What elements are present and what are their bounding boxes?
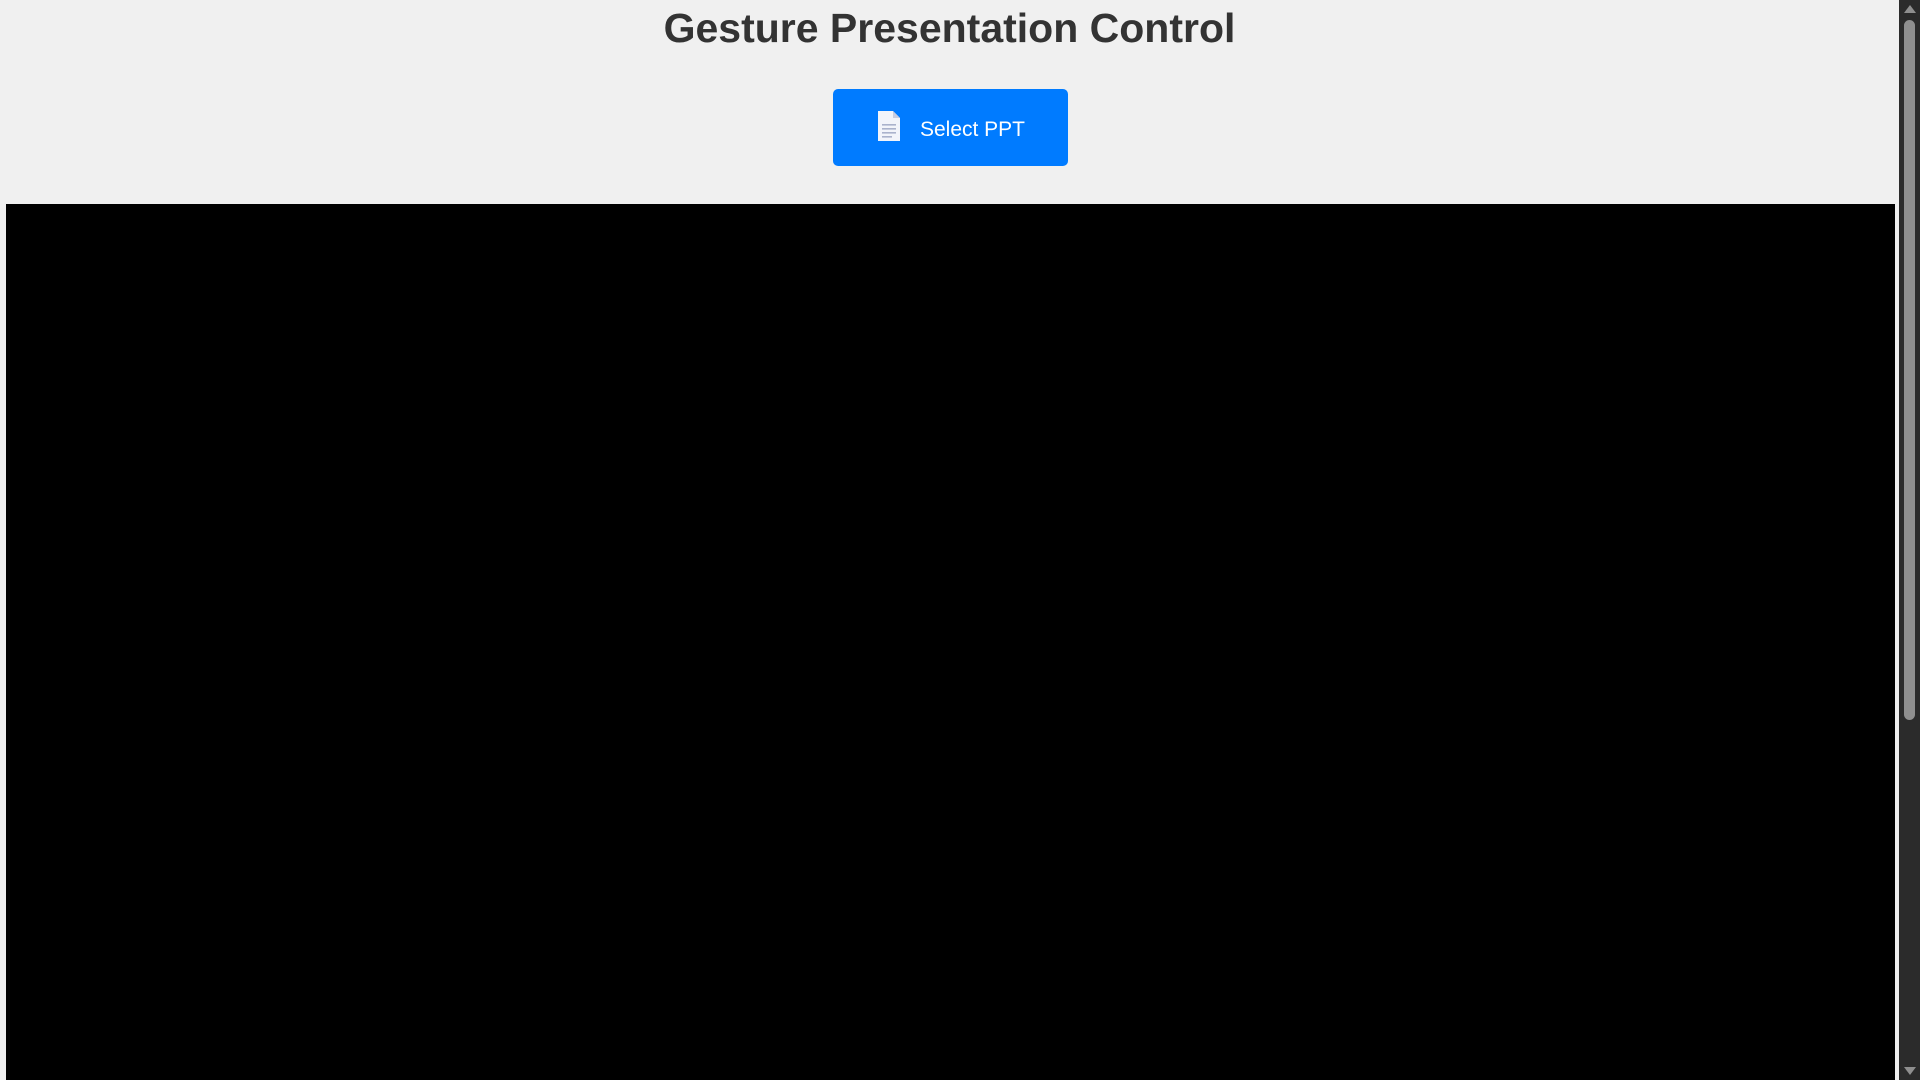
scroll-up-icon[interactable] (1899, 0, 1920, 18)
presentation-stage[interactable] (6, 204, 1895, 1080)
scroll-down-icon[interactable] (1899, 1062, 1920, 1080)
scrollbar-thumb[interactable] (1904, 20, 1915, 720)
select-ppt-label: Select PPT (919, 117, 1026, 141)
page-title: Gesture Presentation Control (663, 5, 1236, 51)
app-viewport: Gesture Presentation Control Select PPT (0, 0, 1920, 1080)
page: Gesture Presentation Control Select PPT (0, 0, 1899, 1080)
document-icon (876, 110, 902, 142)
vertical-scrollbar[interactable] (1899, 0, 1920, 1080)
select-ppt-button[interactable]: Select PPT (833, 89, 1068, 166)
